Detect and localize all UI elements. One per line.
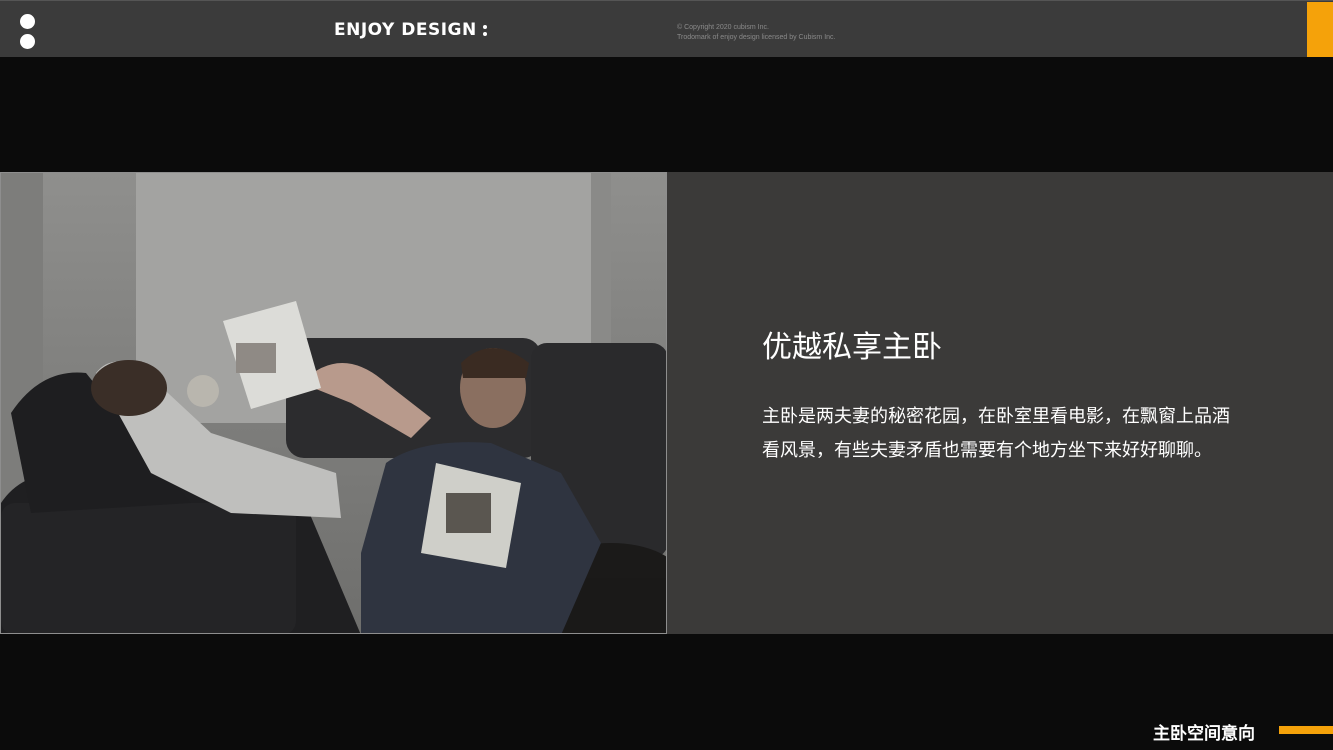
trademark-line: Trodomark of enjoy design licensed by Cu…: [677, 34, 836, 41]
brand-colon-icon: [482, 22, 488, 39]
footer-accent-bar: [1279, 726, 1333, 734]
top-bar: ENJOY DESIGN © Copyright 2020 cubism Inc…: [0, 0, 1333, 57]
copyright-notice: © Copyright 2020 cubism Inc. Trodomark o…: [677, 23, 835, 43]
description-text: 主卧是两夫妻的秘密花园，在卧室里看电影，在飘窗上品酒 看风景，有些夫妻矛盾也需要…: [762, 400, 1302, 468]
brand-logo: ENJOY DESIGN: [334, 20, 488, 40]
description-panel: 优越私享主卧 主卧是两夫妻的秘密花园，在卧室里看电影，在飘窗上品酒 看风景，有些…: [667, 172, 1333, 634]
description-line: 主卧是两夫妻的秘密花园，在卧室里看电影，在飘窗上品酒: [762, 406, 1230, 427]
description-line: 看风景，有些夫妻矛盾也需要有个地方坐下来好好聊聊。: [762, 440, 1212, 461]
couple-reading-photo-icon: [1, 173, 666, 633]
section-label: 主卧空间意向: [1153, 724, 1255, 744]
accent-tab: [1307, 2, 1333, 57]
section-heading: 优越私享主卧: [762, 330, 942, 365]
brand-text: ENJOY DESIGN: [334, 20, 477, 40]
bedroom-photo: [0, 172, 667, 634]
menu-dots-icon[interactable]: [20, 14, 36, 54]
copyright-line: © Copyright 2020 cubism Inc.: [677, 24, 769, 31]
